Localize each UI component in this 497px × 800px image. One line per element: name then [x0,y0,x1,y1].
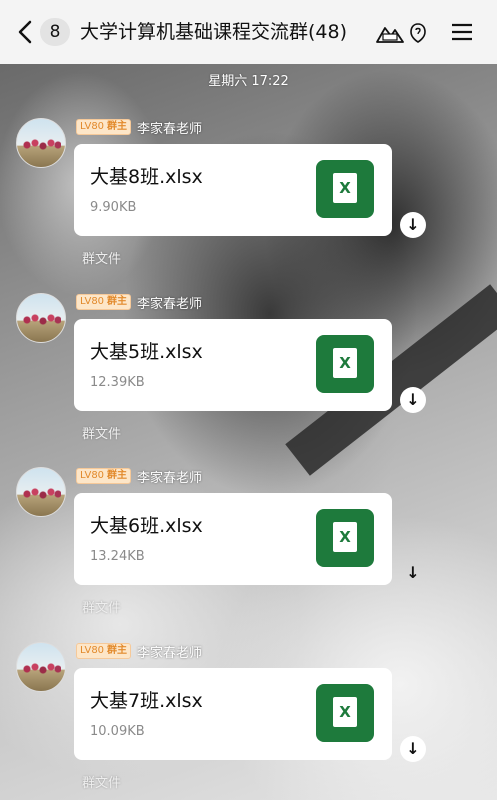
file-message: LV80 群主 李家春老师 大基7班.xlsx 10.09KB X ↓ 群文件 [0,642,497,800]
file-card[interactable]: 大基7班.xlsx 10.09KB X [74,668,392,760]
avatar[interactable] [16,118,66,168]
file-message: LV80 群主 李家春老师 大基6班.xlsx 13.24KB X ↓ 群文件 [0,467,497,639]
avatar[interactable] [16,293,66,343]
sender-name[interactable]: 李家春老师 [137,293,202,312]
file-card[interactable]: 大基6班.xlsx 13.24KB X [74,493,392,585]
download-icon[interactable]: ↓ [400,736,426,762]
download-icon[interactable]: ↓ [400,212,426,238]
file-size: 12.39KB [90,375,145,390]
message-timestamp: 星期六 17:22 [208,74,289,89]
level-badge: LV80 群主 [76,119,132,135]
chat-header: 8 大学计算机基础课程交流群(48) [0,0,497,64]
back-icon[interactable] [14,18,36,46]
sender-meta: LV80 群主 李家春老师 [76,642,202,661]
download-icon[interactable]: ↓ [403,563,423,587]
sender-name[interactable]: 李家春老师 [137,118,202,137]
avatar[interactable] [16,642,66,692]
file-size: 10.09KB [90,724,145,739]
file-source: 群文件 [82,601,122,616]
avatar[interactable] [16,467,66,517]
file-name: 大基7班.xlsx [90,690,203,712]
file-source: 群文件 [82,776,122,791]
file-source: 群文件 [82,427,122,442]
file-card[interactable]: 大基5班.xlsx 12.39KB X [74,319,392,411]
file-size: 9.90KB [90,200,137,215]
excel-file-icon: X [316,160,374,218]
level-badge: LV80 群主 [76,468,132,484]
menu-icon[interactable] [450,20,474,44]
file-message: LV80 群主 李家春老师 大基8班.xlsx 9.90KB X ↓ 群文件 [0,118,497,290]
sender-name[interactable]: 李家春老师 [137,642,202,661]
file-name: 大基5班.xlsx [90,341,203,363]
file-card[interactable]: 大基8班.xlsx 9.90KB X [74,144,392,236]
download-icon[interactable]: ↓ [400,387,426,413]
sender-meta: LV80 群主 李家春老师 [76,293,202,312]
file-source: 群文件 [82,252,122,267]
level-badge: LV80 群主 [76,643,132,659]
sender-name[interactable]: 李家春老师 [137,467,202,486]
file-name: 大基8班.xlsx [90,166,203,188]
group-avatar-icon[interactable] [375,22,405,44]
sender-meta: LV80 群主 李家春老师 [76,467,202,486]
group-title[interactable]: 大学计算机基础课程交流群(48) [80,16,347,48]
level-badge: LV80 群主 [76,294,132,310]
sender-meta: LV80 群主 李家春老师 [76,118,202,137]
file-size: 13.24KB [90,549,145,564]
file-name: 大基6班.xlsx [90,515,203,537]
file-message: LV80 群主 李家春老师 大基5班.xlsx 12.39KB X ↓ 群文件 [0,293,497,465]
unread-count-badge[interactable]: 8 [40,18,70,46]
excel-file-icon: X [316,509,374,567]
verified-icon[interactable] [409,22,427,44]
excel-file-icon: X [316,335,374,393]
excel-file-icon: X [316,684,374,742]
